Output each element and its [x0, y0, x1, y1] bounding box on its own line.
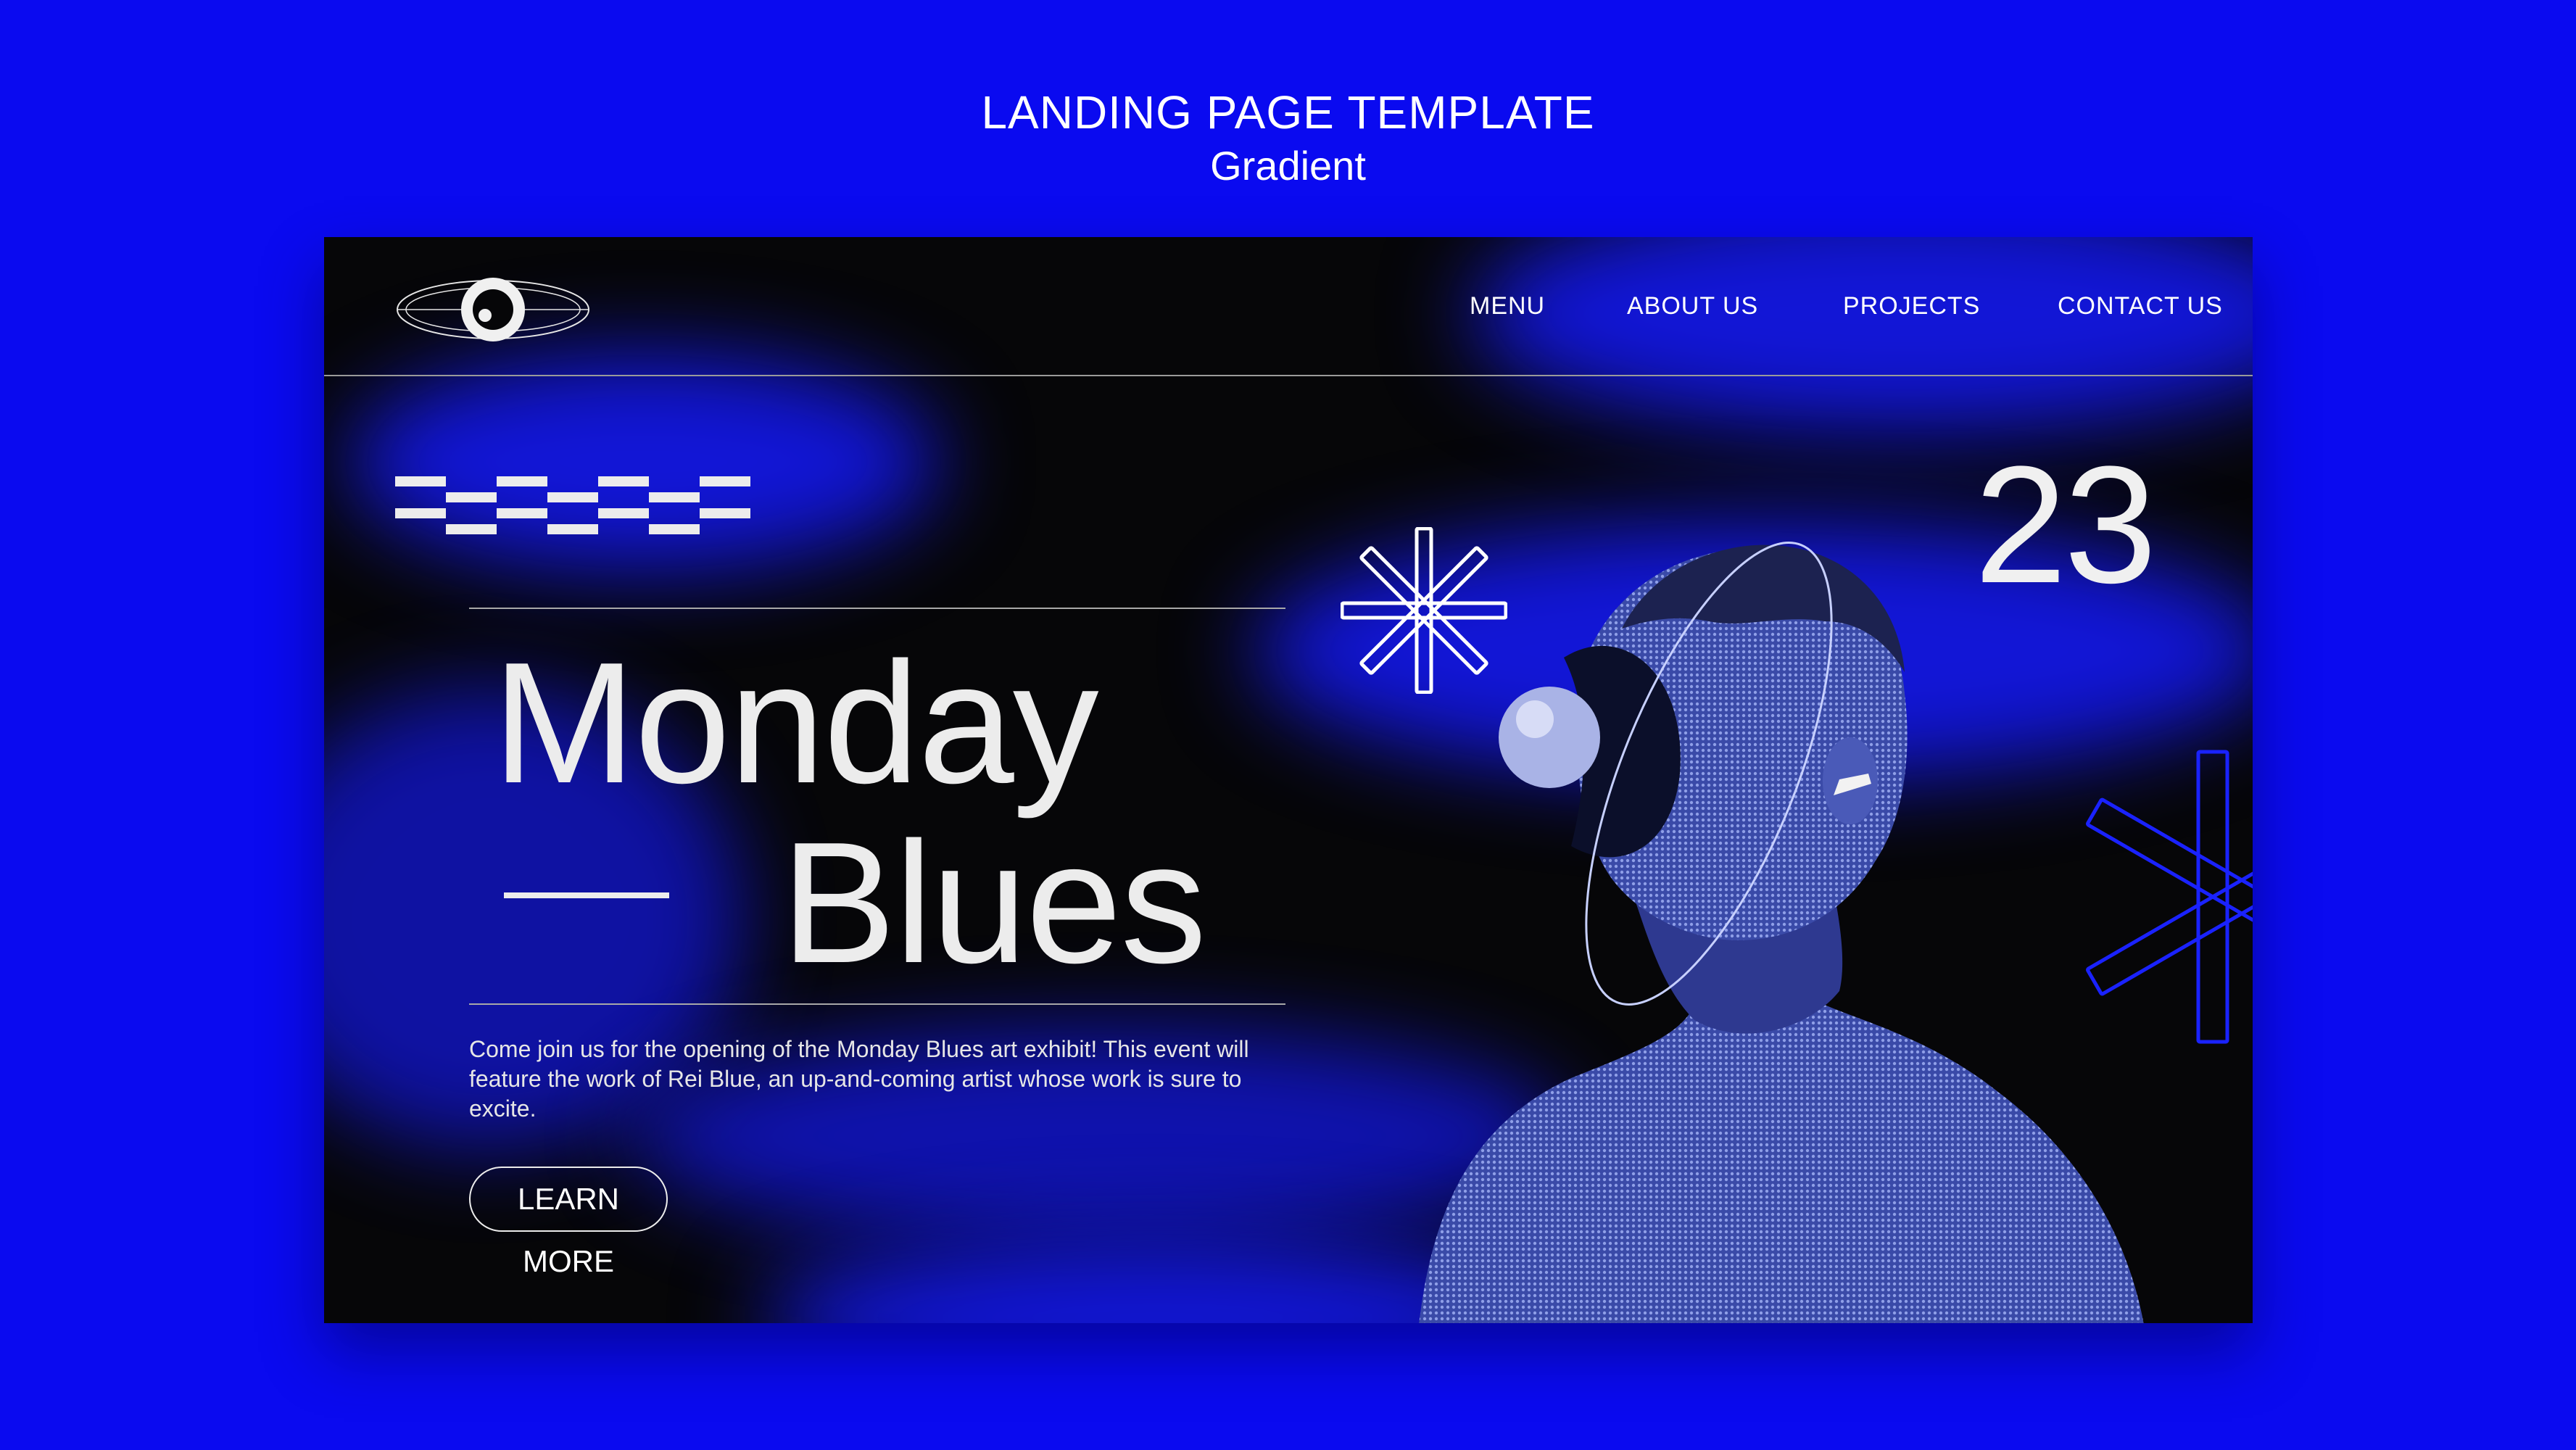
- asterisk-icon: [1341, 527, 1507, 694]
- event-number: 23: [1974, 431, 2157, 618]
- nav-item-projects[interactable]: PROJECTS: [1843, 292, 1980, 320]
- nav-divider: [324, 375, 2253, 376]
- page-title: LANDING PAGE TEMPLATE: [981, 86, 1595, 138]
- landing-page-card: MENU ABOUT US PROJECTS CONTACT US Monday…: [324, 237, 2253, 1323]
- event-description: Come join us for the opening of the Mond…: [469, 1036, 1249, 1122]
- nav-item-menu[interactable]: MENU: [1470, 292, 1545, 320]
- nav-item-about-us[interactable]: ABOUT US: [1627, 292, 1758, 320]
- headline-monday: Monday: [492, 627, 1099, 819]
- eye-logo-icon[interactable]: [395, 275, 591, 344]
- headline-blues: Blues: [781, 807, 1206, 999]
- asterisk-outline-icon: [2086, 750, 2253, 1044]
- divider-bottom: [469, 1003, 1285, 1005]
- learn-more-button[interactable]: LEARN MORE: [469, 1167, 668, 1278]
- checker-pattern-icon: [395, 476, 750, 534]
- headline-dash: [504, 892, 669, 898]
- divider-top: [469, 608, 1285, 609]
- page-subtitle: Gradient: [1210, 143, 1366, 188]
- background-blob: [346, 353, 940, 571]
- background-blob: [1470, 237, 2253, 433]
- nav-item-contact-us[interactable]: CONTACT US: [2058, 292, 2223, 320]
